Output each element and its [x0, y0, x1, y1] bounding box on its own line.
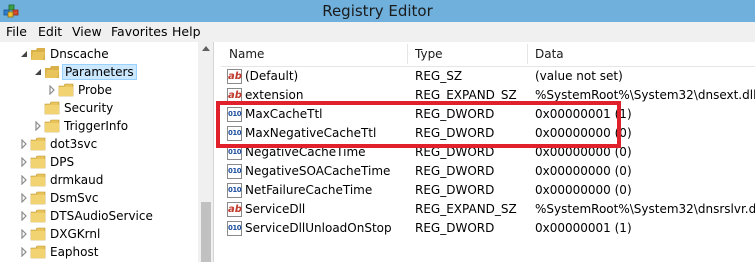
folder-icon [44, 101, 60, 115]
tree-item-dnscache[interactable]: Dnscache [20, 45, 213, 63]
binary-value-icon: 010 [227, 183, 242, 198]
tree-item-eaphost[interactable]: Eaphost [20, 243, 213, 261]
collapsed-arrow-icon[interactable] [20, 247, 28, 257]
tree-item-label: Eaphost [50, 245, 99, 259]
value-name: (Default) [245, 69, 299, 83]
tree-item-triggerinfo[interactable]: TriggerInfo [34, 117, 213, 135]
highlight-annotation [216, 101, 621, 148]
column-header-data[interactable]: Data [535, 42, 564, 66]
value-data: %SystemRoot%\System32\dnsrslvr.dll [535, 202, 755, 216]
column-header-name[interactable]: Name [229, 42, 264, 66]
value-name: NetFailureCacheTime [245, 183, 373, 197]
menu-bar: File Edit View Favorites Help [0, 22, 755, 42]
folder-icon [30, 227, 46, 241]
string-value-icon: ab [227, 202, 242, 217]
string-value-icon: ab [227, 69, 242, 84]
folder-icon [30, 191, 46, 205]
folder-icon [30, 245, 46, 259]
menu-help[interactable]: Help [172, 24, 201, 39]
value-data: 0x00000001 (1) [535, 221, 632, 235]
collapsed-arrow-icon[interactable] [34, 121, 42, 131]
value-data: 0x00000000 (0) [535, 183, 632, 197]
tree-item-security[interactable]: Security [34, 99, 213, 117]
tree-item-label: dot3svc [50, 137, 98, 151]
column-divider[interactable] [407, 44, 408, 64]
collapsed-arrow-icon[interactable] [20, 229, 28, 239]
title-bar: Registry Editor [0, 0, 755, 22]
binary-value-icon: 010 [227, 164, 242, 179]
tree-item-label: TriggerInfo [64, 119, 129, 133]
folder-icon [30, 137, 46, 151]
value-name: NegativeSOACacheTime [245, 164, 391, 178]
column-header-type[interactable]: Type [415, 42, 443, 66]
tree-item-label: Security [64, 101, 114, 115]
binary-value-icon: 010 [227, 221, 242, 236]
collapsed-arrow-icon[interactable] [20, 193, 28, 203]
collapsed-arrow-icon[interactable] [20, 157, 28, 167]
menu-view[interactable]: View [72, 24, 102, 39]
value-row-servicedllunloadonstop[interactable]: 010 ServiceDllUnloadOnStop REG_DWORD 0x0000… [221, 220, 755, 239]
column-divider[interactable] [527, 44, 528, 64]
value-type: REG_EXPAND_SZ [415, 202, 517, 216]
folder-icon [30, 209, 46, 223]
folder-icon [58, 83, 74, 97]
value-type: REG_SZ [415, 69, 463, 83]
folder-icon [31, 48, 45, 60]
tree-item-label: drmkaud [50, 173, 104, 187]
tree-item-drmkaud[interactable]: drmkaud [20, 171, 213, 189]
collapsed-arrow-icon[interactable] [48, 85, 56, 95]
values-list[interactable]: Name Type Data ab (Default) REG_SZ (value n… [221, 42, 755, 262]
tree-item-parameters[interactable]: Parameters [34, 63, 213, 81]
tree-item-dtsaudioservice[interactable]: DTSAudioService [20, 207, 213, 225]
value-row-servicedll[interactable]: ab ServiceDll REG_EXPAND_SZ %SystemRoot%\Sy… [221, 201, 755, 220]
expanded-arrow-icon[interactable] [20, 49, 28, 59]
collapsed-arrow-icon[interactable] [20, 175, 28, 185]
value-type: REG_DWORD [415, 221, 495, 235]
tree-item-dot3svc[interactable]: dot3svc [20, 135, 213, 153]
value-data: 0x00000000 (0) [535, 164, 632, 178]
window-title: Registry Editor [322, 2, 433, 20]
value-name: extension [245, 88, 304, 102]
value-type: REG_DWORD [415, 183, 495, 197]
tree-item-dps[interactable]: DPS [20, 153, 213, 171]
menu-file[interactable]: File [6, 24, 27, 39]
value-data: %SystemRoot%\System32\dnsext.dll [535, 88, 755, 102]
value-name: ServiceDll [245, 202, 306, 216]
collapsed-arrow-icon[interactable] [20, 139, 28, 149]
folder-icon [30, 155, 46, 169]
tree-item-label: Parameters [62, 64, 137, 80]
value-row-netfailurecachetime[interactable]: 010 NetFailureCacheTime REG_DWORD 0x0000000… [221, 182, 755, 201]
tree-item-label: DXGKrnl [50, 227, 101, 241]
tree-item-label: Probe [78, 83, 113, 97]
tree-item-label: Dnscache [50, 47, 109, 61]
tree-item-dsmsvc[interactable]: DsmSvc [20, 189, 213, 207]
value-type: REG_EXPAND_SZ [415, 88, 517, 102]
menu-favorites[interactable]: Favorites [111, 24, 167, 39]
tree-item-probe[interactable]: Probe [48, 81, 213, 99]
tree-item-label: DsmSvc [50, 191, 99, 205]
header-divider [221, 66, 755, 67]
value-type: REG_DWORD [415, 164, 495, 178]
value-row-default[interactable]: ab (Default) REG_SZ (value not set) [221, 68, 755, 87]
tree-item-label: DPS [50, 155, 75, 169]
expanded-arrow-icon[interactable] [34, 67, 42, 77]
tree-item-label: DTSAudioService [50, 209, 153, 223]
collapsed-arrow-icon[interactable] [20, 211, 28, 221]
value-data: (value not set) [535, 69, 623, 83]
tree-item-dxgkrnl[interactable]: DXGKrnl [20, 225, 213, 243]
menu-edit[interactable]: Edit [38, 24, 62, 39]
value-row-negativesoacachetime[interactable]: 010 NegativeSOACacheTime REG_DWORD 0x000000… [221, 163, 755, 182]
folder-icon [45, 66, 59, 78]
registry-tree[interactable]: Dnscache Parameters Probe Security TriggerIn… [0, 42, 214, 262]
folder-icon [44, 119, 60, 133]
folder-icon [30, 173, 46, 187]
value-name: ServiceDllUnloadOnStop [245, 221, 392, 235]
